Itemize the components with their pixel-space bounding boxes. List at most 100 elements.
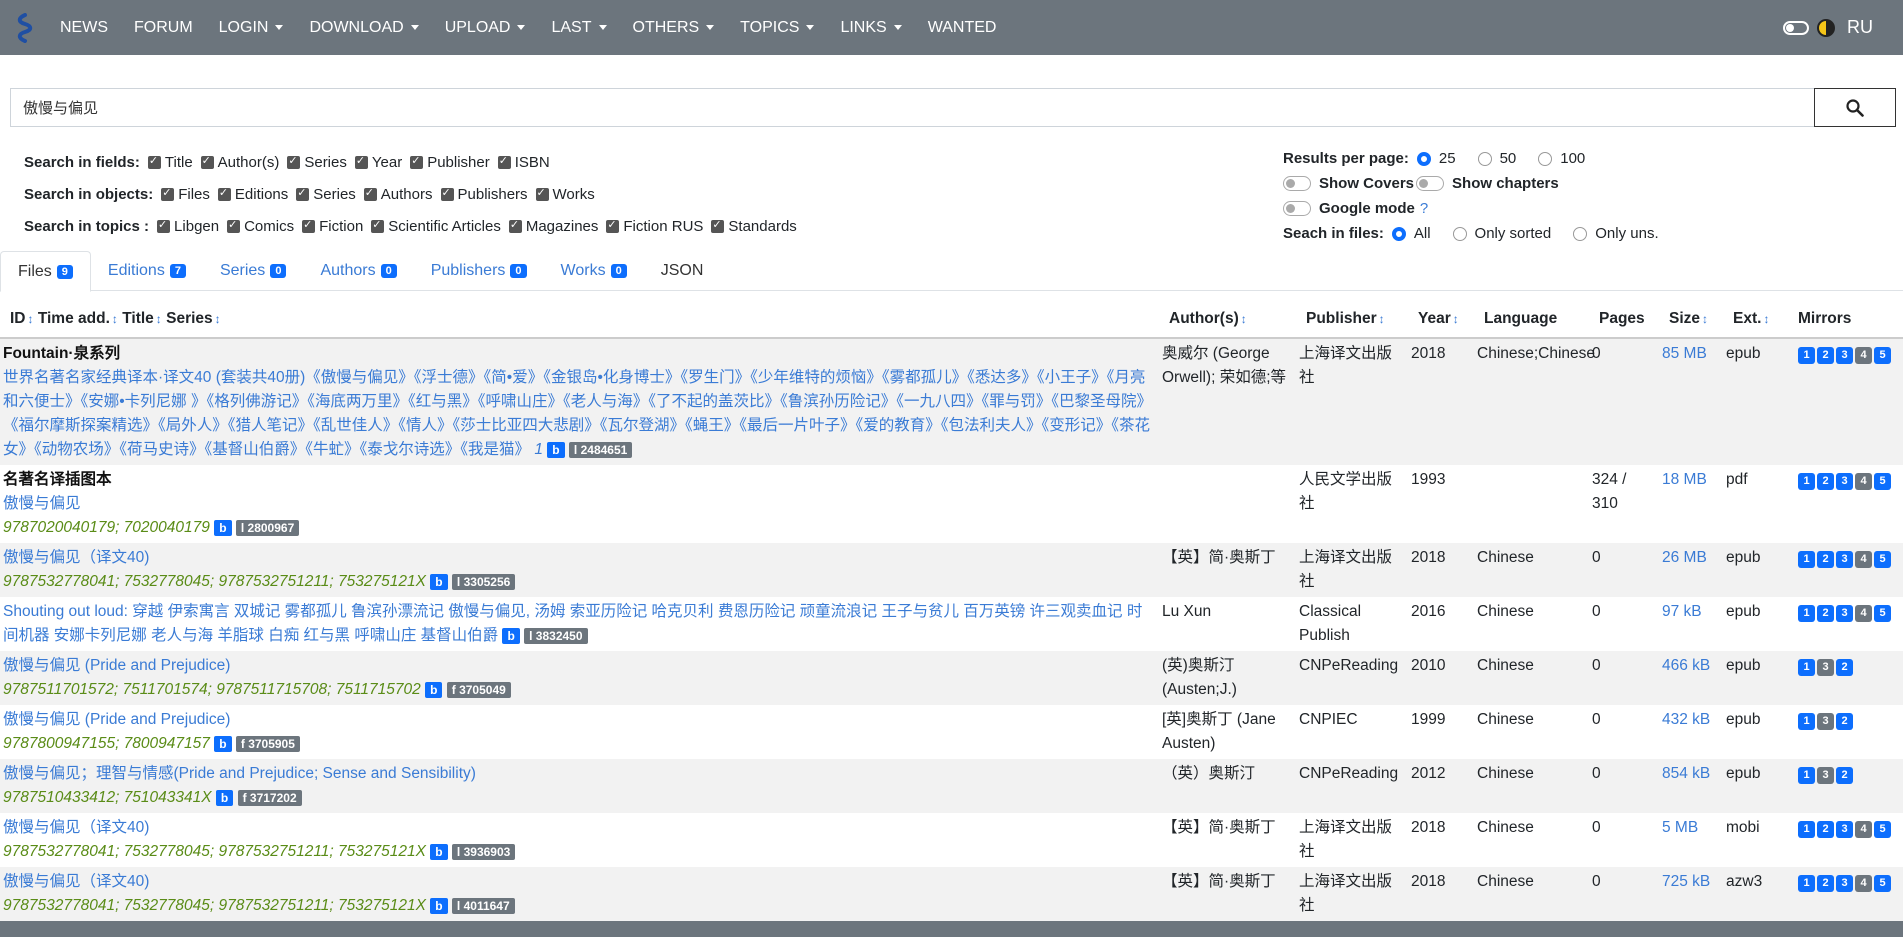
nav-login[interactable]: LOGIN [219, 19, 284, 37]
field-option-label[interactable]: Year [372, 154, 402, 171]
col-author[interactable]: Author(s) ↕ [1159, 300, 1296, 339]
search-in-files-radio-label[interactable]: All [1414, 225, 1431, 242]
nav-topics[interactable]: TOPICS [740, 19, 815, 37]
search-in-files-radio-label[interactable]: Only uns. [1595, 225, 1658, 242]
google-mode-switch[interactable] [1283, 201, 1311, 216]
mirror-link[interactable]: 2 [1836, 713, 1853, 730]
title-link[interactable]: 傲慢与偏见 [3, 495, 81, 512]
title-link[interactable]: 傲慢与偏见（译文40) [3, 873, 149, 890]
site-logo-icon[interactable] [14, 12, 40, 44]
mirror-link[interactable]: 5 [1874, 605, 1891, 622]
mirror-link[interactable]: 1 [1798, 767, 1815, 784]
col-ext-label[interactable]: Ext. [1733, 310, 1761, 327]
bibtex-badge[interactable]: b [430, 898, 448, 914]
field-option-label[interactable]: Title [165, 154, 193, 171]
mirror-link[interactable]: 5 [1874, 473, 1891, 490]
results-per-page-radio[interactable] [1477, 151, 1492, 166]
size-cell-value[interactable]: 18 MB [1662, 471, 1707, 488]
object-option-label[interactable]: Publishers [458, 186, 528, 203]
mirror-link[interactable]: 4 [1855, 875, 1872, 892]
topic-option-label[interactable]: Comics [244, 218, 294, 235]
nav-others[interactable]: OTHERS [633, 19, 715, 37]
col-ext[interactable]: Ext. ↕ [1723, 300, 1788, 339]
object-option-label[interactable]: Series [313, 186, 356, 203]
mirror-link[interactable]: 3 [1836, 605, 1853, 622]
bibtex-badge[interactable]: b [215, 790, 234, 806]
tab-editions[interactable]: Editions 7 [91, 251, 203, 291]
col-size[interactable]: Size ↕ [1659, 300, 1723, 339]
mirror-link[interactable]: 2 [1817, 347, 1834, 364]
contrast-icon[interactable] [1817, 18, 1835, 37]
results-per-page-radio[interactable] [1538, 151, 1553, 166]
object-checkbox[interactable] [217, 186, 231, 201]
field-option-label[interactable]: Series [304, 154, 347, 171]
object-checkbox[interactable] [363, 186, 377, 201]
sort-icon[interactable]: ↕ [112, 312, 118, 326]
topic-option-label[interactable]: Scientific Articles [388, 218, 501, 235]
mirror-link[interactable]: 3 [1836, 551, 1853, 568]
mirror-link[interactable]: 3 [1817, 713, 1834, 730]
search-input[interactable] [10, 88, 1814, 127]
mirror-link[interactable]: 2 [1836, 767, 1853, 784]
size-cell-value[interactable]: 432 kB [1662, 711, 1710, 728]
results-per-page-radio-label[interactable]: 50 [1500, 150, 1517, 167]
field-checkbox[interactable] [497, 154, 511, 169]
mirror-link[interactable]: 1 [1798, 551, 1815, 568]
show-covers-switch[interactable] [1283, 176, 1311, 191]
search-in-files-radio[interactable] [1452, 226, 1467, 241]
topic-option-label[interactable]: Libgen [174, 218, 219, 235]
size-cell-value[interactable]: 5 MB [1662, 819, 1698, 836]
sort-icon[interactable]: ↕ [1241, 312, 1247, 326]
field-checkbox[interactable] [410, 154, 424, 169]
mirror-link[interactable]: 1 [1798, 659, 1815, 676]
topic-checkbox[interactable] [302, 218, 316, 233]
size-cell-value[interactable]: 466 kB [1662, 657, 1710, 674]
mirror-link[interactable]: 4 [1855, 605, 1872, 622]
mirror-link[interactable]: 2 [1817, 473, 1834, 490]
search-in-files-radio[interactable] [1573, 226, 1588, 241]
field-checkbox[interactable] [354, 154, 368, 169]
topic-checkbox[interactable] [371, 218, 385, 233]
size-cell-value[interactable]: 26 MB [1662, 549, 1707, 566]
sort-icon[interactable]: ↕ [1453, 312, 1459, 326]
object-option-label[interactable]: Authors [381, 186, 433, 203]
tab-files[interactable]: Files 9 [0, 251, 91, 292]
nav-last[interactable]: LAST [551, 19, 607, 37]
topic-checkbox[interactable] [227, 218, 241, 233]
col-author-label[interactable]: Author(s) [1169, 310, 1239, 327]
bibtex-badge[interactable]: b [430, 844, 448, 860]
show-chapters-switch[interactable] [1416, 176, 1445, 191]
search-in-files-radio[interactable] [1391, 226, 1406, 241]
google-mode-help-link[interactable]: ? [1420, 200, 1428, 217]
topic-checkbox[interactable] [606, 218, 620, 233]
mirror-link[interactable]: 5 [1874, 551, 1891, 568]
title-link[interactable]: 傲慢与偏见（译文40) [3, 549, 149, 566]
object-option-label[interactable]: Editions [235, 186, 288, 203]
tab-publishers[interactable]: Publishers 0 [414, 251, 544, 291]
mirror-link[interactable]: 3 [1836, 875, 1853, 892]
col-title-label[interactable]: Title [122, 310, 154, 327]
size-cell-value[interactable]: 97 kB [1662, 603, 1702, 620]
col-size-label[interactable]: Size [1669, 310, 1700, 327]
topic-option-label[interactable]: Fiction [319, 218, 363, 235]
field-checkbox[interactable] [200, 154, 214, 169]
results-per-page-radio[interactable] [1416, 151, 1431, 166]
object-option-label[interactable]: Files [178, 186, 210, 203]
title-link[interactable]: 傲慢与偏见（译文40) [3, 819, 149, 836]
col-year-label[interactable]: Year [1418, 310, 1451, 327]
mirror-link[interactable]: 2 [1836, 659, 1853, 676]
search-in-files-radio-label[interactable]: Only sorted [1475, 225, 1552, 242]
bibtex-badge[interactable]: b [430, 574, 448, 590]
mirror-link[interactable]: 5 [1874, 347, 1891, 364]
mirror-link[interactable]: 1 [1798, 605, 1815, 622]
topic-checkbox[interactable] [711, 218, 725, 233]
field-option-label[interactable]: Publisher [427, 154, 490, 171]
object-checkbox[interactable] [161, 186, 175, 201]
nav-links[interactable]: LINKS [840, 19, 902, 37]
title-link[interactable]: 傲慢与偏见 (Pride and Prejudice) [3, 657, 230, 674]
object-checkbox[interactable] [440, 186, 454, 201]
tab-authors[interactable]: Authors 0 [303, 251, 413, 291]
mirror-link[interactable]: 4 [1855, 347, 1872, 364]
mirror-link[interactable]: 1 [1798, 713, 1815, 730]
field-option-label[interactable]: Author(s) [218, 154, 280, 171]
